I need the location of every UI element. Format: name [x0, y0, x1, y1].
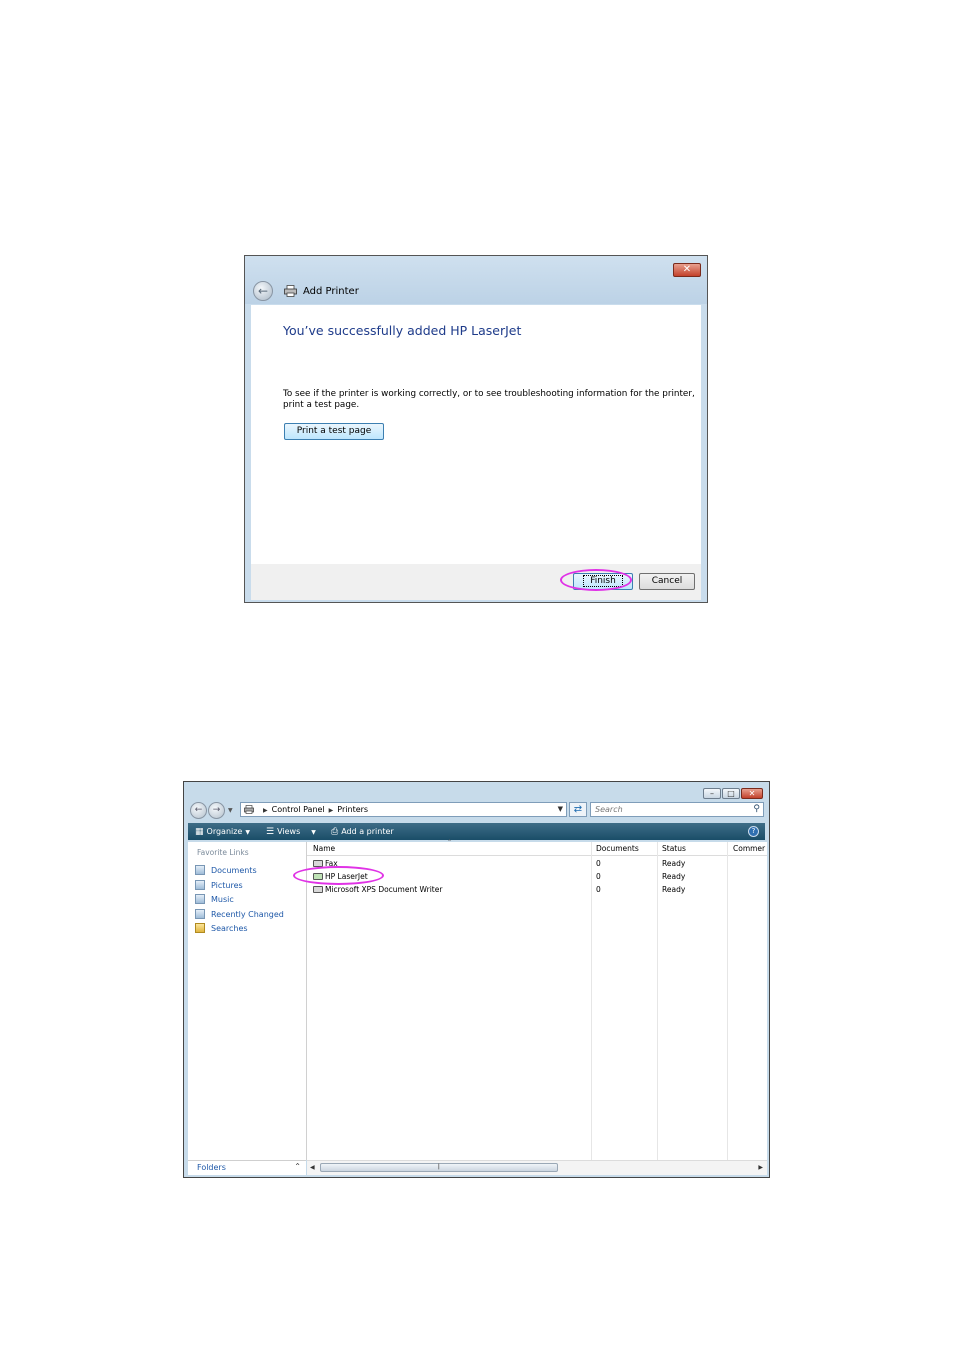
- favorite-link-searches[interactable]: Searches: [195, 922, 248, 935]
- column-header-name[interactable]: Name: [313, 842, 335, 855]
- dialog-body: You’ve successfully added HP LaserJet To…: [251, 305, 701, 564]
- organize-button[interactable]: ▦ Organize ▼: [195, 823, 250, 840]
- favorite-link-label: Searches: [211, 924, 248, 933]
- printer-list: Name ⌃ Documents Status Commer Fax 0 Rea…: [307, 839, 767, 1160]
- dialog-title: Add Printer: [303, 286, 359, 297]
- close-button[interactable]: ✕: [741, 788, 763, 799]
- views-label: Views: [277, 827, 301, 836]
- add-printer-button[interactable]: ⎙ Add a printer: [331, 823, 394, 840]
- breadcrumb: ▶ Control Panel ▶ Printers: [259, 803, 368, 817]
- scrollbar-thumb[interactable]: ║: [320, 1163, 558, 1172]
- column-header-status[interactable]: Status: [662, 842, 686, 855]
- forward-arrow-icon[interactable]: →: [208, 802, 225, 819]
- address-dropdown-icon[interactable]: ▼: [558, 803, 563, 816]
- status-cell: Ready: [662, 885, 686, 894]
- back-arrow-icon[interactable]: ←: [253, 281, 273, 301]
- documents-cell: 0: [596, 872, 601, 881]
- status-cell: Ready: [662, 859, 686, 868]
- breadcrumb-separator-icon: ▶: [328, 807, 334, 814]
- favorite-link-pictures[interactable]: Pictures: [195, 879, 243, 892]
- printer-name: Microsoft XPS Document Writer: [325, 885, 443, 894]
- search-input[interactable]: Search ⚲: [590, 802, 764, 817]
- printer-icon: [284, 285, 297, 297]
- address-bar[interactable]: ▶ Control Panel ▶ Printers ▼: [240, 802, 567, 817]
- close-button[interactable]: ✕: [673, 263, 701, 277]
- printers-folder-icon: [244, 805, 254, 814]
- printers-window: – □ ✕ ← → ▼ ▶ Control Panel ▶ Printers ▼ ⇄ …: [183, 781, 770, 1178]
- printer-row-xps-writer[interactable]: Microsoft XPS Document Writer 0 Ready: [307, 884, 767, 896]
- chevron-up-icon: ⌃: [294, 1162, 301, 1171]
- scroll-right-icon[interactable]: ▶: [758, 1161, 763, 1175]
- favorite-link-label: Pictures: [211, 881, 243, 890]
- column-header-comments[interactable]: Commer: [733, 842, 767, 855]
- views-button[interactable]: ☰ Views ▼: [266, 823, 316, 840]
- chevron-down-icon: ▼: [311, 829, 316, 836]
- documents-cell: 0: [596, 885, 601, 894]
- documents-cell: 0: [596, 859, 601, 868]
- add-printer-label: Add a printer: [341, 827, 394, 836]
- chevron-down-icon: ▼: [245, 829, 250, 836]
- grip-icon: ║: [437, 1164, 441, 1170]
- favorite-link-label: Recently Changed: [211, 910, 284, 919]
- views-icon: ☰: [266, 827, 275, 837]
- music-icon: [195, 894, 205, 904]
- favorite-link-documents[interactable]: Documents: [195, 864, 257, 877]
- recently-changed-icon: [195, 909, 205, 919]
- help-icon[interactable]: ?: [748, 826, 759, 837]
- add-printer-dialog: ✕ ← Add Printer You’ve successfully adde…: [244, 255, 708, 603]
- breadcrumb-control-panel[interactable]: Control Panel: [272, 805, 325, 814]
- sort-ascending-icon: ⌃: [447, 839, 453, 846]
- searches-folder-icon: [195, 923, 205, 933]
- dialog-footer: Finish Cancel: [251, 564, 701, 600]
- scroll-left-icon[interactable]: ◀: [310, 1161, 315, 1175]
- dialog-titlebar: ✕ ← Add Printer: [245, 256, 707, 304]
- breadcrumb-printers[interactable]: Printers: [337, 805, 368, 814]
- printer-row-fax[interactable]: Fax 0 Ready: [307, 858, 767, 870]
- test-page-description: To see if the printer is working correct…: [283, 389, 695, 410]
- recent-pages-dropdown-icon[interactable]: ▼: [228, 807, 233, 814]
- hp-laserjet-highlight-ellipse: [293, 866, 384, 885]
- status-cell: Ready: [662, 872, 686, 881]
- favorite-link-label: Music: [211, 895, 234, 904]
- organize-label: Organize: [206, 827, 243, 836]
- list-header: Name ⌃ Documents Status Commer: [307, 839, 767, 856]
- window-controls: – □ ✕: [703, 788, 763, 800]
- cancel-button[interactable]: Cancel: [639, 573, 695, 590]
- printer-icon: [313, 886, 323, 893]
- column-header-documents[interactable]: Documents: [596, 842, 639, 855]
- favorite-link-recently-changed[interactable]: Recently Changed: [195, 908, 284, 921]
- finish-highlight-ellipse: [560, 569, 632, 591]
- printer-name-cell: Microsoft XPS Document Writer: [313, 884, 442, 896]
- navigation-pane: Favorite Links Documents Pictures Music …: [188, 842, 307, 1160]
- success-heading: You’ve successfully added HP LaserJet: [283, 323, 522, 338]
- back-arrow-icon[interactable]: ←: [190, 802, 207, 819]
- favorite-link-label: Documents: [211, 866, 257, 875]
- folders-toggle[interactable]: Folders ⌃: [188, 1160, 306, 1175]
- maximize-button[interactable]: □: [722, 788, 740, 799]
- horizontal-scrollbar[interactable]: ◀ ║ ▶: [307, 1160, 767, 1175]
- print-test-page-button[interactable]: Print a test page: [284, 423, 384, 440]
- add-printer-icon: ⎙: [331, 827, 339, 837]
- breadcrumb-separator-icon: ▶: [263, 807, 268, 814]
- search-placeholder: Search: [595, 805, 623, 814]
- minimize-button[interactable]: –: [703, 788, 721, 799]
- folders-label: Folders: [197, 1163, 226, 1172]
- command-bar: ▦ Organize ▼ ☰ Views ▼ ⎙ Add a printer ?: [188, 823, 765, 840]
- search-icon[interactable]: ⚲: [753, 804, 760, 815]
- organize-icon: ▦: [195, 827, 204, 837]
- pictures-icon: [195, 880, 205, 890]
- refresh-icon[interactable]: ⇄: [569, 802, 587, 817]
- favorite-link-music[interactable]: Music: [195, 893, 234, 906]
- favorite-links-title: Favorite Links: [197, 848, 249, 857]
- documents-icon: [195, 865, 205, 875]
